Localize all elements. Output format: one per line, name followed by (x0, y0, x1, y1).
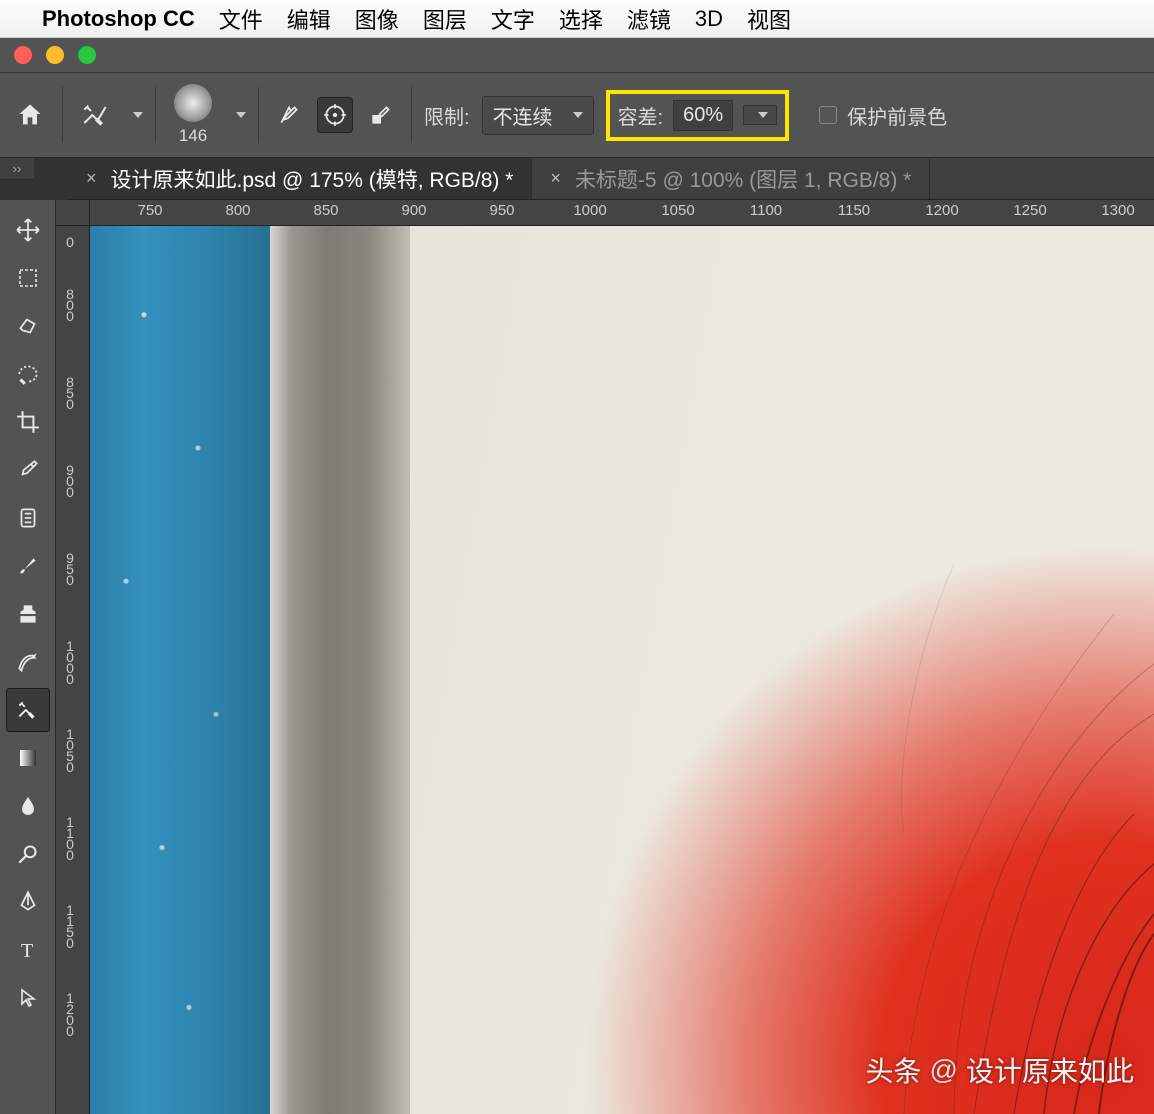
watermark-at: @ (930, 1054, 958, 1086)
brush-dropdown-icon[interactable] (236, 112, 246, 118)
canvas-area: 7508008509009501000105011001150120012501… (56, 200, 1154, 1114)
menu-select[interactable]: 选择 (559, 3, 603, 35)
quick-selection-tool[interactable] (6, 352, 50, 396)
window-controls (0, 38, 1154, 72)
document-canvas[interactable]: 头条 @设计原来如此 (90, 226, 1154, 1114)
app-name[interactable]: Photoshop CC (42, 6, 195, 32)
tool-preset-dropdown-icon[interactable] (133, 112, 143, 118)
close-tab-icon[interactable]: × (86, 168, 97, 189)
sampling-once-button[interactable] (317, 97, 353, 133)
background-eraser-tool[interactable] (6, 688, 50, 732)
menu-layer[interactable]: 图层 (423, 3, 467, 35)
canvas-image (90, 226, 1154, 1114)
tolerance-label: 容差: (618, 101, 664, 130)
document-tab-1[interactable]: × 设计原来如此.psd @ 175% (模特, RGB/8) * (68, 158, 532, 199)
menu-filter[interactable]: 滤镜 (627, 3, 671, 35)
tolerance-dropdown[interactable] (743, 105, 777, 125)
limits-label: 限制: (424, 101, 470, 130)
watermark-name: 设计原来如此 (966, 1050, 1134, 1090)
healing-brush-tool[interactable] (6, 496, 50, 540)
history-brush-tool[interactable] (6, 640, 50, 684)
panel-expand-handle[interactable]: ›› (0, 158, 34, 180)
sampling-group (271, 97, 399, 133)
brush-preview-icon (174, 84, 212, 122)
tolerance-input[interactable]: 60% (673, 100, 733, 131)
svg-text:T: T (21, 940, 33, 962)
dodge-tool[interactable] (6, 832, 50, 876)
separator (155, 87, 156, 143)
eyedropper-tool[interactable] (6, 448, 50, 492)
menu-edit[interactable]: 编辑 (287, 3, 331, 35)
menu-image[interactable]: 图像 (355, 3, 399, 35)
watermark-prefix: 头条 (866, 1050, 922, 1090)
document-tab-bar: × 设计原来如此.psd @ 175% (模特, RGB/8) * × 未标题-… (68, 158, 1154, 200)
horizontal-ruler[interactable]: 7508008509009501000105011001150120012501… (90, 200, 1154, 226)
protect-foreground-checkbox[interactable] (819, 106, 837, 124)
home-button[interactable] (10, 95, 50, 135)
brush-size-value: 146 (179, 126, 207, 146)
separator (258, 87, 259, 143)
limits-select[interactable]: 不连续 (482, 96, 594, 135)
crop-tool[interactable] (6, 400, 50, 444)
document-tab-2[interactable]: × 未标题-5 @ 100% (图层 1, RGB/8) * (532, 158, 930, 199)
brush-preset-picker[interactable]: 146 (168, 84, 218, 146)
sampling-swatch-button[interactable] (363, 97, 399, 133)
chevron-down-icon (758, 112, 768, 118)
tab-title: 设计原来如此.psd @ 175% (模特, RGB/8) * (111, 164, 514, 194)
separator (62, 87, 63, 143)
lasso-tool[interactable] (6, 304, 50, 348)
minimize-window-button[interactable] (46, 46, 64, 64)
mac-menu-bar: Photoshop CC 文件 编辑 图像 图层 文字 选择 滤镜 3D 视图 (0, 0, 1154, 38)
tab-title: 未标题-5 @ 100% (图层 1, RGB/8) * (575, 164, 911, 194)
chevron-down-icon (573, 112, 583, 118)
tolerance-highlight: 容差: 60% (606, 90, 790, 141)
menu-view[interactable]: 视图 (747, 3, 791, 35)
tools-panel: T (0, 200, 56, 1114)
gradient-tool[interactable] (6, 736, 50, 780)
tool-options-bar: 146 限制: 不连续 容差: 60% 保护前景色 (0, 72, 1154, 158)
watermark: 头条 @设计原来如此 (866, 1050, 1134, 1090)
brush-tool[interactable] (6, 544, 50, 588)
type-tool[interactable]: T (6, 928, 50, 972)
path-selection-tool[interactable] (6, 976, 50, 1020)
close-tab-icon[interactable]: × (550, 168, 561, 189)
limits-value: 不连续 (493, 101, 553, 130)
move-tool[interactable] (6, 208, 50, 252)
menu-file[interactable]: 文件 (219, 3, 263, 35)
sampling-continuous-button[interactable] (271, 97, 307, 133)
ruler-corner[interactable] (56, 200, 90, 226)
protect-foreground-label: 保护前景色 (847, 101, 947, 130)
hair-strands (654, 514, 1154, 1114)
pen-tool[interactable] (6, 880, 50, 924)
vertical-ruler[interactable]: 080085090095010001050110011501200 (56, 226, 90, 1114)
menu-type[interactable]: 文字 (491, 3, 535, 35)
menu-3d[interactable]: 3D (695, 6, 723, 32)
marquee-tool[interactable] (6, 256, 50, 300)
close-window-button[interactable] (14, 46, 32, 64)
separator (411, 87, 412, 143)
maximize-window-button[interactable] (78, 46, 96, 64)
main-area: T 75080085090095010001050110011501200125… (0, 200, 1154, 1114)
clone-stamp-tool[interactable] (6, 592, 50, 636)
blur-tool[interactable] (6, 784, 50, 828)
current-tool-icon[interactable] (75, 95, 115, 135)
